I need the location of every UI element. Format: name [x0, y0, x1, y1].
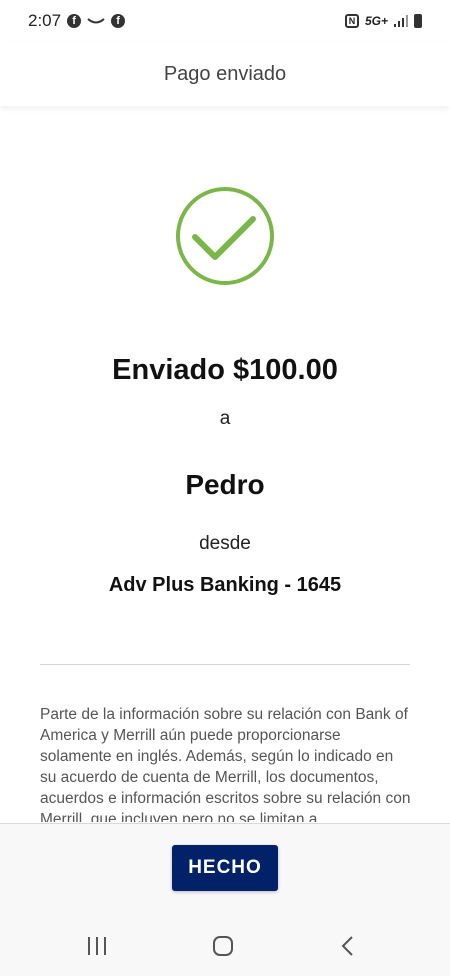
to-label: a — [219, 408, 231, 429]
checkmark-circle-icon — [175, 186, 275, 286]
recipient-name: Pedro — [185, 469, 265, 500]
page-title: Pago enviado — [163, 62, 287, 85]
smile-icon — [87, 18, 105, 24]
status-time: 2:07 — [28, 11, 62, 30]
facebook-icon: f — [67, 14, 82, 28]
back-icon[interactable] — [340, 935, 356, 957]
status-right: N 5G+ — [344, 14, 422, 28]
sent-amount: Enviado $100.00 — [112, 354, 338, 386]
done-button[interactable]: HECHO — [172, 845, 278, 891]
network-label: 5G+ — [364, 14, 388, 28]
battery-icon — [414, 14, 422, 28]
status-bar: 2:07 f f N 5G+ — [0, 0, 450, 42]
page-title-bar: Pago enviado — [0, 42, 450, 106]
from-label: desde — [199, 533, 251, 554]
source-account: Adv Plus Banking - 1645 — [108, 574, 342, 596]
divider — [40, 664, 410, 665]
recents-icon[interactable] — [86, 936, 108, 956]
status-left: 2:07 f f — [28, 11, 126, 31]
signal-icon — [394, 15, 408, 27]
home-icon[interactable] — [212, 935, 234, 957]
system-nav-bar — [0, 918, 450, 976]
nfc-icon: N — [344, 14, 359, 28]
disclaimer-text[interactable]: Parte de la información sobre su relació… — [40, 704, 412, 822]
facebook-icon: f — [111, 14, 126, 28]
